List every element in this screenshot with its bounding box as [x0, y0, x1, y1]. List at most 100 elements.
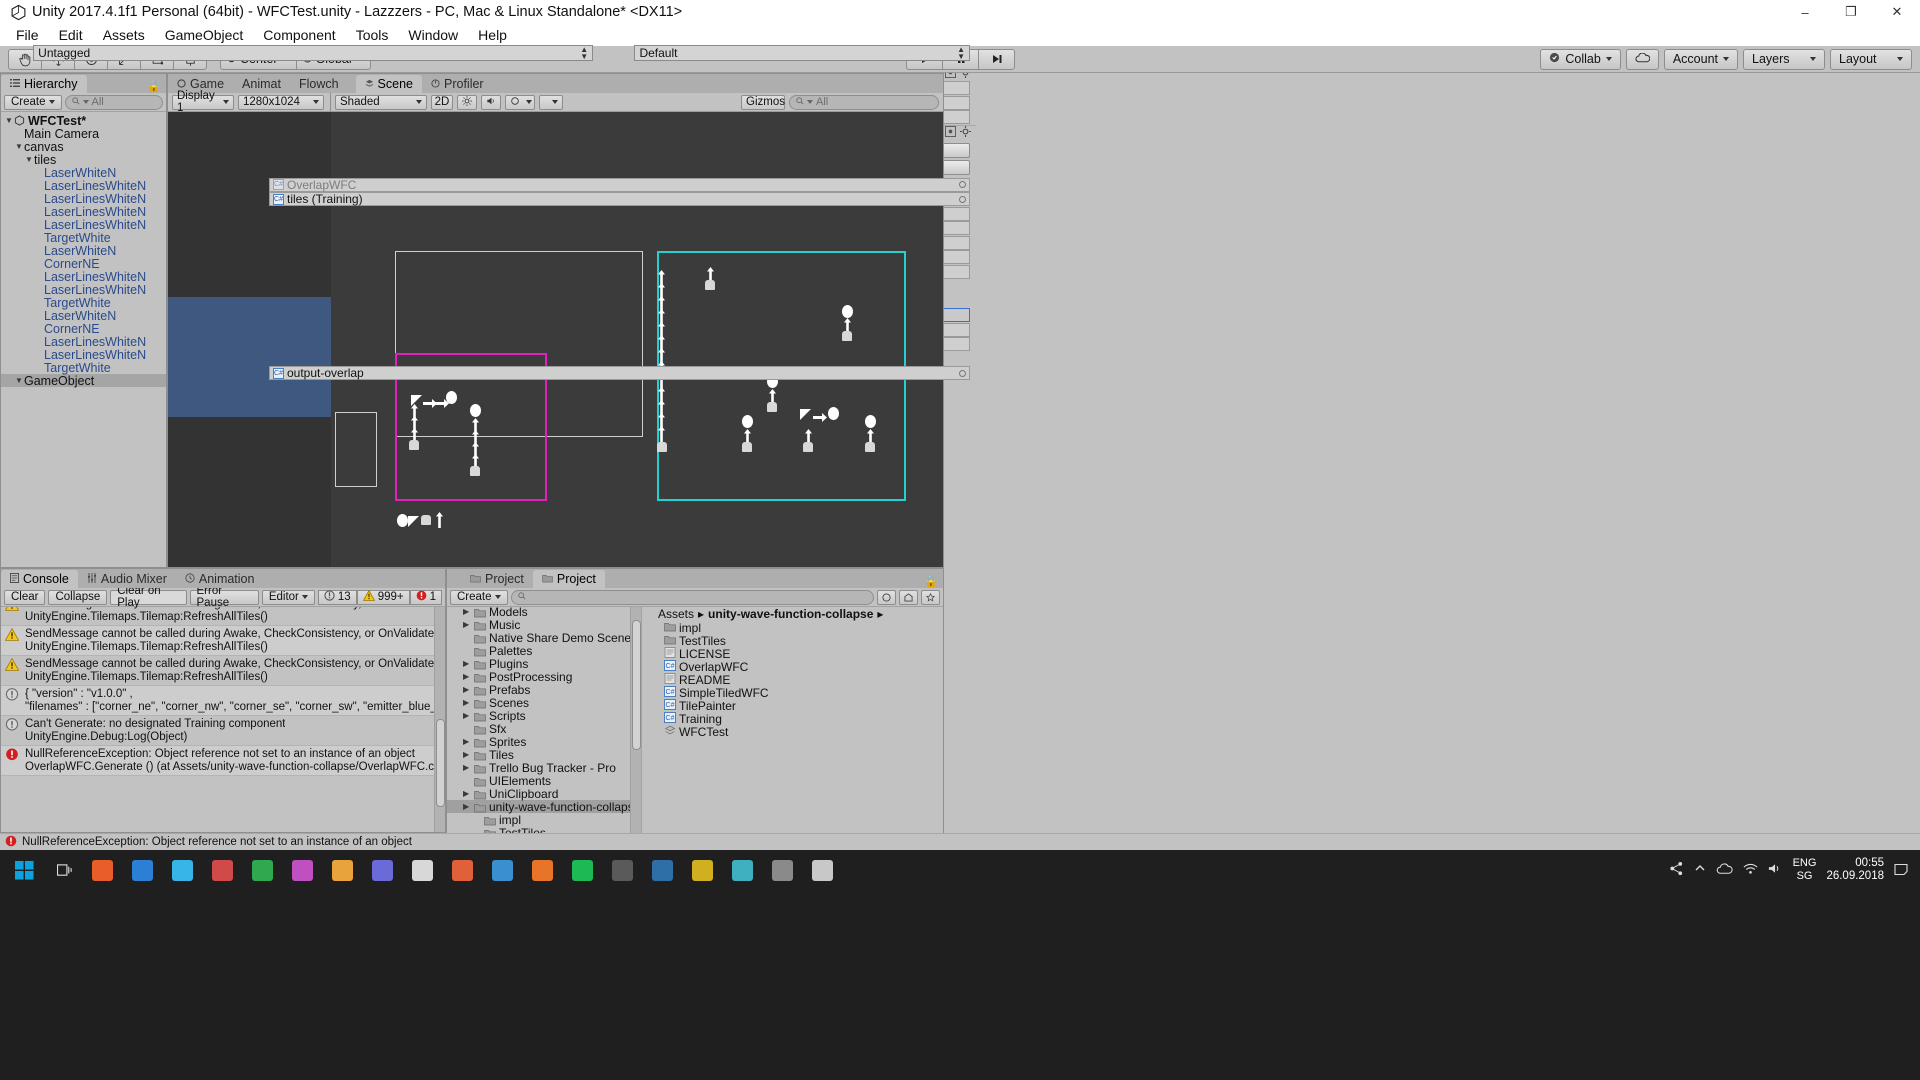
photoshop-icon[interactable] [242, 850, 282, 890]
project-tree-row[interactable]: ▶ unity-wave-function-collapse [447, 800, 641, 814]
object-picker-icon[interactable] [959, 369, 966, 377]
hierarchy-item[interactable]: ▼LaserLinesWhiteN [1, 335, 166, 349]
console-message[interactable]: { "version" : "v1.0.0" , "filenames" : [… [1, 686, 445, 716]
hierarchy-item[interactable]: ▼LaserLinesWhiteN [1, 192, 166, 206]
volume-icon[interactable] [1768, 862, 1783, 878]
project-favorites-button[interactable] [921, 589, 940, 605]
project-asset-row[interactable]: C# OverlapWFC [642, 659, 943, 674]
project-tree-row[interactable]: ▶ Palettes [447, 644, 641, 658]
hierarchy-item[interactable]: ▼Main Camera [1, 127, 166, 141]
console-message[interactable]: SendMessage cannot be called during Awak… [1, 626, 445, 656]
console-collapse-button[interactable]: Collapse [48, 589, 108, 605]
chevron-right-icon[interactable]: ▶ [463, 711, 471, 720]
console-message[interactable]: SendMessage cannot be called during Awak… [1, 656, 445, 686]
gear-icon[interactable] [960, 126, 971, 140]
console-editor-button[interactable]: Editor [261, 589, 315, 605]
chevron-down-icon[interactable]: ▼ [15, 142, 24, 151]
cloud-icon[interactable] [1716, 862, 1733, 878]
hierarchy-item[interactable]: ▼TargetWhite [1, 361, 166, 375]
chevron-down-icon[interactable]: ▼ [25, 155, 34, 164]
network-icon[interactable] [1743, 862, 1758, 878]
project-tree-row[interactable]: ▶ Scenes [447, 696, 641, 710]
tag-dropdown[interactable]: Untagged ▲ ▼ [33, 45, 594, 61]
menu-tools[interactable]: Tools [346, 26, 399, 44]
project-create-button[interactable]: Create [450, 589, 508, 605]
account-button[interactable]: Account [1663, 48, 1738, 70]
chevron-right-icon[interactable]: ▶ [463, 698, 471, 707]
chevron-right-icon[interactable]: ▶ [463, 607, 471, 616]
project-folder-tree[interactable]: ▶Models▶Music▶Native Share Demo Scene▶Pa… [447, 607, 642, 851]
layer-dropdown[interactable]: Default ▲ ▼ [634, 45, 970, 61]
chrome-icon[interactable] [122, 850, 162, 890]
gizmos-dropdown[interactable]: Gizmos [741, 94, 797, 110]
cube-icon[interactable] [722, 850, 762, 890]
step-button[interactable] [978, 48, 1015, 70]
project-tree-row[interactable]: ▶ Plugins [447, 657, 641, 671]
console-message[interactable]: NullReferenceException: Object reference… [1, 746, 445, 776]
hierarchy-item[interactable]: ▼LaserLinesWhiteN [1, 179, 166, 193]
unity-icon[interactable] [602, 850, 642, 890]
console-clear-button[interactable]: Clear [4, 589, 46, 605]
project-asset-row[interactable]: C# Training [642, 711, 943, 726]
hierarchy-item[interactable]: ▼TargetWhite [1, 296, 166, 310]
store-icon[interactable] [162, 850, 202, 890]
cloud-button[interactable] [1625, 48, 1659, 70]
clock[interactable]: 00:55 26.09.2018 [1826, 857, 1884, 883]
property-object-field[interactable]: C# output-overlap [269, 366, 970, 381]
scroll-thumb[interactable] [436, 719, 445, 807]
lighting-toggle-button[interactable] [457, 94, 477, 110]
steam-icon[interactable] [642, 850, 682, 890]
property-object-field[interactable]: C# OverlapWFC [269, 177, 970, 192]
file-explorer-icon[interactable] [82, 850, 122, 890]
tab-animation-console[interactable]: Animation [175, 570, 264, 588]
game-resolution-dropdown[interactable]: 1280x1024 [238, 94, 324, 110]
hierarchy-item[interactable]: ▼LaserWhiteN [1, 166, 166, 180]
minimize-button[interactable]: – [1782, 0, 1828, 24]
game-display-dropdown[interactable]: Display 1 [172, 90, 234, 114]
tab-profiler[interactable]: Profiler [422, 75, 493, 93]
effects-dropdown[interactable] [505, 94, 535, 110]
hierarchy-item[interactable]: ▼ GameObject [1, 374, 166, 388]
hierarchy-item[interactable]: ▼LaserLinesWhiteN [1, 283, 166, 297]
status-bar[interactable]: NullReferenceException: Object reference… [0, 833, 1920, 850]
project-tree-row[interactable]: ▶ PostProcessing [447, 670, 641, 684]
tab-hierarchy[interactable]: Hierarchy [1, 75, 87, 93]
chevron-right-icon[interactable]: ▶ [463, 672, 471, 681]
project-tree-row[interactable]: ▶ Sfx [447, 722, 641, 736]
unity-hub-icon[interactable] [362, 850, 402, 890]
tab-project-2[interactable]: Project [532, 570, 605, 588]
task-view-button[interactable] [48, 850, 82, 890]
project-asset-row[interactable]: README [642, 673, 943, 687]
menu-gameobject[interactable]: GameObject [155, 26, 254, 44]
project-tree-row[interactable]: ▶ UIElements [447, 774, 641, 788]
menu-component[interactable]: Component [253, 26, 345, 44]
hierarchy-item[interactable]: ▼LaserLinesWhiteN [1, 205, 166, 219]
hierarchy-item[interactable]: ▼ canvas [1, 140, 166, 154]
project-asset-row[interactable]: LICENSE [642, 647, 943, 661]
hierarchy-scene-root[interactable]: ▼ WFCTest* [1, 114, 166, 128]
chevron-down-icon[interactable]: ▼ [5, 116, 14, 125]
chevron-right-icon[interactable]: ▶ [463, 737, 471, 746]
hierarchy-item[interactable]: ▼ tiles [1, 153, 166, 167]
hierarchy-item[interactable]: ▼LaserLinesWhiteN [1, 218, 166, 232]
tab-audio-mixer[interactable]: Audio Mixer [77, 570, 176, 588]
hierarchy-item[interactable]: ▼CornerNE [1, 322, 166, 336]
audio-toggle-button[interactable] [481, 94, 501, 110]
menu-help[interactable]: Help [468, 26, 517, 44]
console-message-area[interactable]: SendMessage cannot be called during Awak… [1, 607, 445, 832]
menu-assets[interactable]: Assets [93, 26, 155, 44]
hierarchy-item[interactable]: ▼LaserWhiteN [1, 244, 166, 258]
arrow-up-icon[interactable] [1694, 863, 1706, 878]
project-tree-scrollbar[interactable] [630, 607, 641, 851]
chevron-right-icon[interactable]: ▶ [463, 802, 471, 811]
project-tree-row[interactable]: ▶ Trello Bug Tracker - Pro [447, 761, 641, 775]
chevron-right-icon[interactable]: ▶ [463, 763, 471, 772]
maximize-button[interactable]: ❐ [1828, 0, 1874, 24]
start-button[interactable] [0, 850, 48, 890]
chevron-right-icon[interactable]: ▶ [463, 659, 471, 668]
project-asset-row[interactable]: C# SimpleTiledWFC [642, 685, 943, 700]
hierarchy-item[interactable]: ▼TargetWhite [1, 231, 166, 245]
object-picker-icon[interactable] [959, 181, 966, 189]
console-scrollbar[interactable] [434, 607, 445, 832]
language-indicator[interactable]: ENG SG [1793, 857, 1817, 883]
